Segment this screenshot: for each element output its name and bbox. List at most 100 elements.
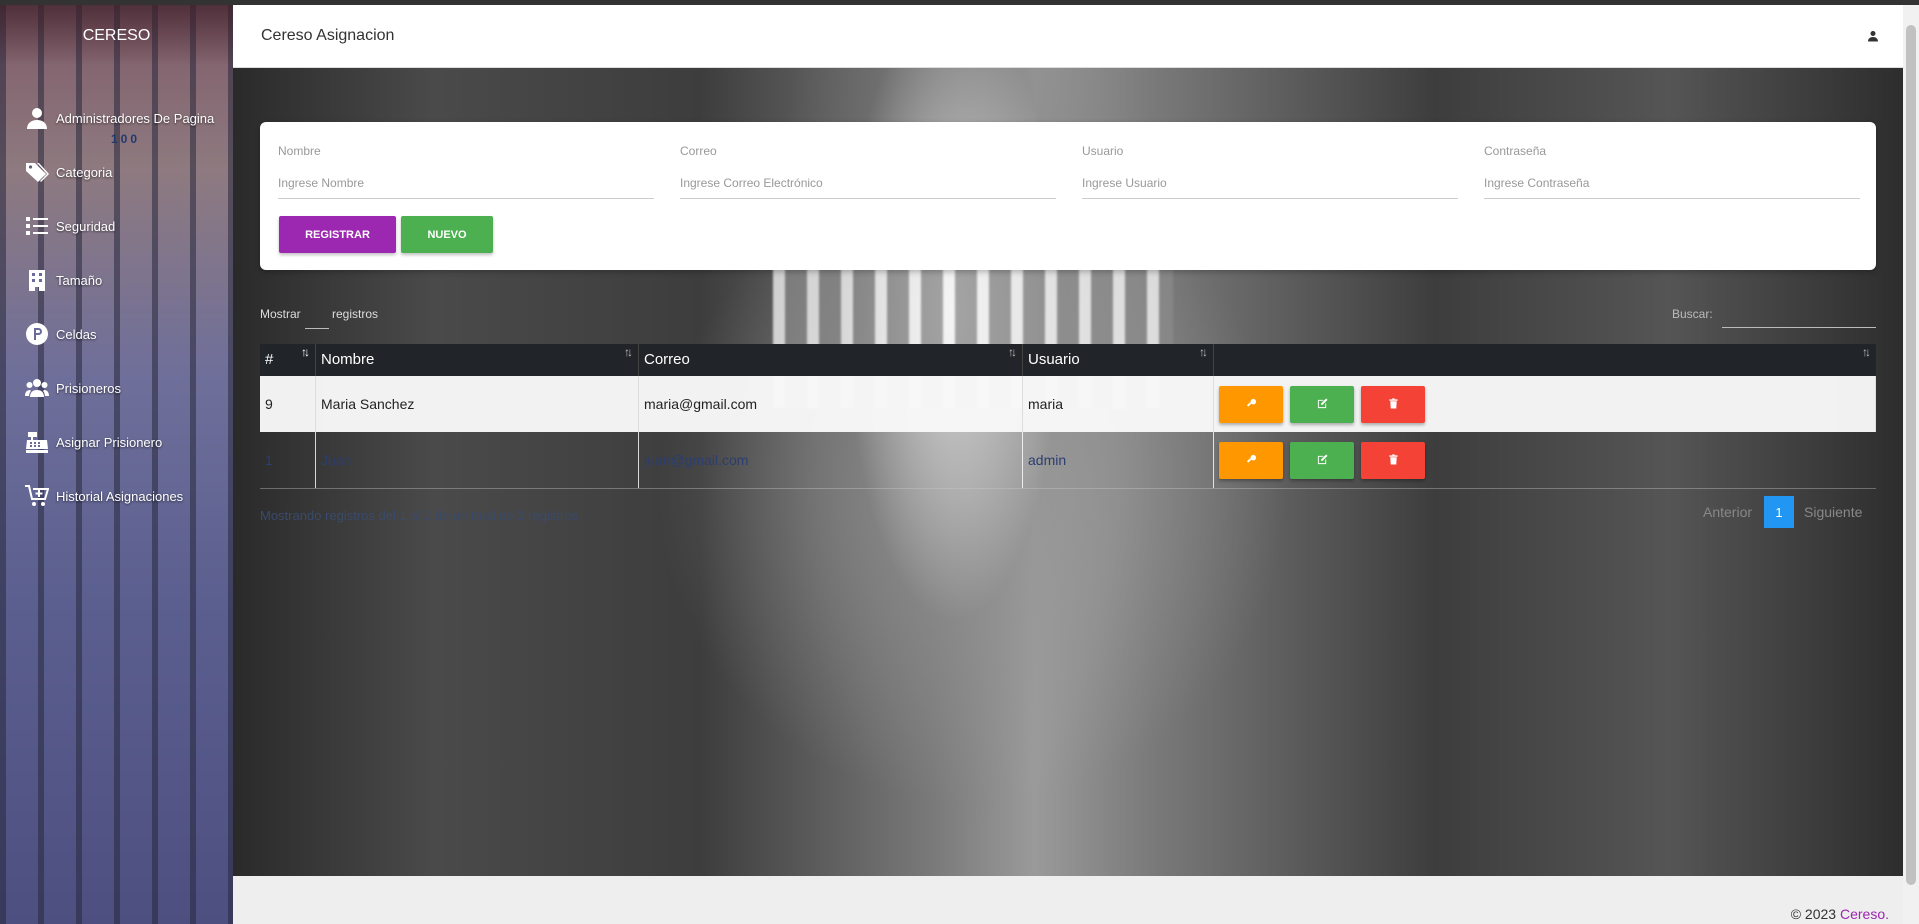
register-form-card: Nombre Correo Usuario Contraseña REGISTR… xyxy=(260,122,1876,270)
footer-brand-link[interactable]: Cereso. xyxy=(1840,906,1889,922)
sidebar-item-label: Administradores De Pagina xyxy=(56,110,215,126)
nuevo-button[interactable]: NUEVO xyxy=(401,216,493,253)
column-header-label: # xyxy=(265,351,274,368)
user-icon xyxy=(24,105,50,131)
users-table: # ↑↓ Nombre ↑↓ Correo ↑↓ Usuario ↑↓ ↑↓ 9 Mar… xyxy=(260,344,1876,489)
column-header-actions[interactable]: ↑↓ xyxy=(1214,344,1876,376)
correo-input[interactable] xyxy=(680,172,1056,199)
trash-icon xyxy=(1388,397,1399,412)
cell-nombre: Maria Sanchez xyxy=(316,376,639,432)
change-password-button[interactable] xyxy=(1219,385,1283,423)
key-icon xyxy=(1246,453,1257,468)
users-icon xyxy=(24,375,50,401)
usuario-label: Usuario xyxy=(1082,144,1124,158)
cash-register-icon xyxy=(24,429,50,455)
vertical-scrollbar[interactable] xyxy=(1903,5,1919,924)
edit-button[interactable] xyxy=(1290,441,1354,479)
key-icon xyxy=(1246,397,1257,412)
sidebar-item-label: Historial Asignaciones xyxy=(56,488,184,504)
sort-icon: ↑↓ xyxy=(1199,345,1208,359)
row-divider xyxy=(260,488,1876,489)
cell-usuario: admin xyxy=(1023,432,1214,488)
page-title: Cereso Asignacion xyxy=(261,27,395,44)
top-header: Cereso Asignacion xyxy=(233,5,1903,68)
nombre-field-group: Nombre xyxy=(278,144,654,199)
sidebar-item-celdas[interactable]: Celdas xyxy=(0,307,233,361)
sidebar: CERESO 100 Administradores De Pagina Cat… xyxy=(0,5,233,924)
pagination-previous[interactable]: Anterior xyxy=(1703,504,1752,520)
sidebar-item-historial-asignaciones[interactable]: Historial Asignaciones xyxy=(0,469,233,523)
column-header-label: Correo xyxy=(644,351,690,368)
delete-button[interactable] xyxy=(1361,441,1425,479)
sort-icon: ↑↓ xyxy=(1008,345,1017,359)
table-header: # ↑↓ Nombre ↑↓ Correo ↑↓ Usuario ↑↓ ↑↓ xyxy=(260,344,1876,376)
edit-button[interactable] xyxy=(1290,385,1354,423)
show-entries-prefix: Mostrar xyxy=(260,307,301,321)
scrollbar-thumb[interactable] xyxy=(1906,25,1916,885)
cell-actions xyxy=(1214,432,1876,488)
cell-correo: juan@gmail.com xyxy=(639,432,1023,488)
top-border xyxy=(0,0,1919,5)
sidebar-item-administradores[interactable]: Administradores De Pagina xyxy=(0,91,233,145)
cell-actions xyxy=(1214,376,1876,432)
nombre-label: Nombre xyxy=(278,144,321,158)
sort-icon: ↑↓ xyxy=(624,345,633,359)
correo-field-group: Correo xyxy=(680,144,1056,199)
search-label: Buscar: xyxy=(1672,307,1713,321)
table-row: 1 Juan juan@gmail.com admin xyxy=(260,432,1876,488)
pagination-page-1[interactable]: 1 xyxy=(1764,496,1794,528)
sidebar-item-label: Seguridad xyxy=(56,218,116,234)
table-row: 9 Maria Sanchez maria@gmail.com maria xyxy=(260,376,1876,432)
entries-length-select[interactable] xyxy=(305,303,329,329)
tags-icon xyxy=(24,159,50,185)
registrar-button[interactable]: REGISTRAR xyxy=(279,216,396,253)
sidebar-item-label: Prisioneros xyxy=(56,380,122,396)
copyright: © 2023 Cereso. xyxy=(1791,906,1889,922)
column-header-label: Nombre xyxy=(321,351,375,368)
usuario-input[interactable] xyxy=(1082,172,1458,199)
sidebar-item-label: Celdas xyxy=(56,326,97,342)
table-info: Mostrando registros del 1 al 2 de un tot… xyxy=(260,508,578,523)
sidebar-item-seguridad[interactable]: Seguridad xyxy=(0,199,233,253)
sort-asc-icon: ↑↓ xyxy=(301,345,310,359)
pagination-next[interactable]: Siguiente xyxy=(1804,504,1862,520)
sidebar-item-asignar-prisionero[interactable]: Asignar Prisionero xyxy=(0,415,233,469)
column-header-id[interactable]: # ↑↓ xyxy=(260,344,316,376)
cell-correo: maria@gmail.com xyxy=(639,376,1023,432)
edit-icon xyxy=(1317,453,1328,468)
sidebar-item-prisioneros[interactable]: Prisioneros xyxy=(0,361,233,415)
cart-plus-icon xyxy=(24,483,50,509)
search-input[interactable] xyxy=(1722,300,1876,328)
nombre-input[interactable] xyxy=(278,172,654,199)
sort-icon: ↑↓ xyxy=(1862,345,1871,359)
footer: © 2023 Cereso. xyxy=(233,876,1903,924)
sidebar-item-label: Tamaño xyxy=(56,272,103,288)
building-icon xyxy=(24,267,50,293)
delete-button[interactable] xyxy=(1361,385,1425,423)
sidebar-brand[interactable]: CERESO xyxy=(0,27,233,45)
contrasena-input[interactable] xyxy=(1484,172,1860,199)
column-header-usuario[interactable]: Usuario ↑↓ xyxy=(1023,344,1214,376)
contrasena-label: Contraseña xyxy=(1484,144,1547,158)
sidebar-nav: Administradores De Pagina Categoria Segu… xyxy=(0,91,233,523)
sidebar-item-tamano[interactable]: Tamaño xyxy=(0,253,233,307)
column-header-label: Usuario xyxy=(1028,351,1080,368)
sidebar-item-label: Categoria xyxy=(56,164,113,180)
cell-id: 9 xyxy=(260,376,316,432)
list-icon xyxy=(24,213,50,239)
change-password-button[interactable] xyxy=(1219,441,1283,479)
correo-label: Correo xyxy=(680,144,717,158)
cell-nombre: Juan xyxy=(316,432,639,488)
show-entries-suffix: registros xyxy=(332,307,379,321)
usuario-field-group: Usuario xyxy=(1082,144,1458,199)
sidebar-item-categoria[interactable]: Categoria xyxy=(0,145,233,199)
column-header-nombre[interactable]: Nombre ↑↓ xyxy=(316,344,639,376)
user-icon[interactable] xyxy=(1867,29,1881,43)
sidebar-item-label: Asignar Prisionero xyxy=(56,434,163,450)
column-header-correo[interactable]: Correo ↑↓ xyxy=(639,344,1023,376)
cell-usuario: maria xyxy=(1023,376,1214,432)
parking-icon xyxy=(24,321,50,347)
edit-icon xyxy=(1317,397,1328,412)
contrasena-field-group: Contraseña xyxy=(1484,144,1860,199)
copyright-text: © 2023 xyxy=(1790,906,1837,922)
